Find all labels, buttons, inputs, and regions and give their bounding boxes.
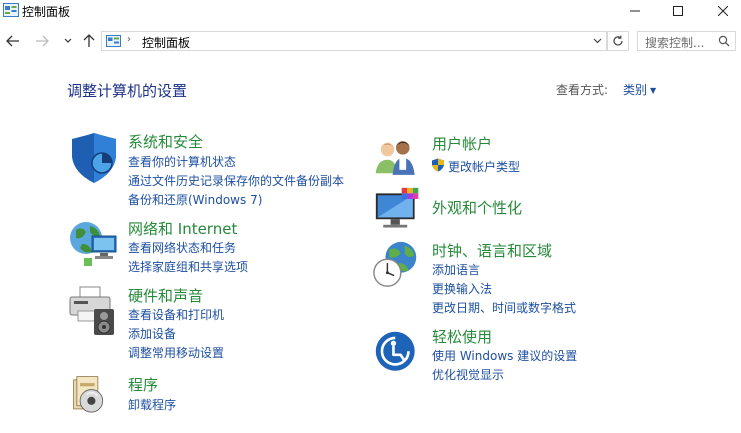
window-title: 控制面板 <box>22 5 71 19</box>
up-arrow-icon <box>83 34 95 47</box>
chevron-right-icon: › <box>127 34 131 45</box>
programs-icon[interactable] <box>72 374 114 418</box>
close-icon <box>717 5 729 17</box>
refresh-button[interactable] <box>607 31 629 51</box>
back-button[interactable] <box>4 32 22 50</box>
recent-locations-button[interactable] <box>59 32 77 50</box>
forward-arrow-icon <box>36 35 49 47</box>
link-uninstall-program[interactable]: 卸载程序 <box>128 396 176 413</box>
printer-speaker-icon[interactable] <box>68 285 120 337</box>
search-box[interactable]: 搜索控制... <box>637 31 736 51</box>
link-add-language[interactable]: 添加语言 <box>432 261 480 278</box>
maximize-icon <box>673 6 683 16</box>
close-button[interactable] <box>700 0 741 22</box>
clock-globe-icon[interactable] <box>372 240 422 290</box>
uac-shield-icon <box>432 158 444 172</box>
view-by-dropdown[interactable]: 类别 ▼ <box>623 81 656 98</box>
link-backup-restore[interactable]: 备份和还原(Windows 7) <box>128 191 262 208</box>
monitor-palette-icon[interactable] <box>374 186 422 234</box>
caret-down-icon: ▼ <box>650 86 657 95</box>
breadcrumb[interactable]: 控制面板 <box>142 34 190 51</box>
category-title-network-internet[interactable]: 网络和 Internet <box>128 218 237 239</box>
link-view-network-status[interactable]: 查看网络状态和任务 <box>128 239 236 256</box>
chevron-down-icon <box>64 38 72 43</box>
link-view-computer-status[interactable]: 查看你的计算机状态 <box>128 153 236 170</box>
control-panel-icon <box>3 3 19 17</box>
view-by-value[interactable]: 类别 <box>623 83 647 97</box>
search-icon[interactable] <box>718 35 730 47</box>
category-title-user-accounts[interactable]: 用户帐户 <box>432 133 492 154</box>
link-optimize-visual-display[interactable]: 优化视觉显示 <box>432 366 504 383</box>
network-globe-icon[interactable] <box>68 218 120 270</box>
maximize-button[interactable] <box>655 0 701 22</box>
link-change-input-method[interactable]: 更换输入法 <box>432 280 492 297</box>
shield-icon[interactable] <box>68 133 120 185</box>
users-icon[interactable] <box>372 136 420 180</box>
link-devices-printers[interactable]: 查看设备和打印机 <box>128 306 224 323</box>
address-dropdown-button[interactable] <box>593 34 602 48</box>
link-add-device[interactable]: 添加设备 <box>128 325 176 342</box>
link-change-date-time-format[interactable]: 更改日期、时间或数字格式 <box>432 299 576 316</box>
minimize-icon <box>630 10 640 12</box>
search-input[interactable]: 搜索控制... <box>645 34 704 51</box>
link-file-history-backup[interactable]: 通过文件历史记录保存你的文件备份副本 <box>128 172 344 189</box>
link-homegroup-sharing[interactable]: 选择家庭组和共享选项 <box>128 258 248 275</box>
link-mobility-settings[interactable]: 调整常用移动设置 <box>128 344 224 361</box>
category-title-system-security[interactable]: 系统和安全 <box>128 131 203 152</box>
category-title-clock-language-region[interactable]: 时钟、语言和区域 <box>432 240 552 261</box>
up-button[interactable] <box>80 32 98 50</box>
back-arrow-icon <box>6 35 19 47</box>
navigation-bar: › 控制面板 搜索控制... <box>0 28 741 56</box>
category-title-ease-of-access[interactable]: 轻松使用 <box>432 326 492 347</box>
title-bar: 控制面板 <box>0 0 741 22</box>
chevron-down-icon <box>593 38 602 44</box>
forward-button[interactable] <box>33 32 51 50</box>
link-change-account-type[interactable]: 更改帐户类型 <box>448 158 520 175</box>
refresh-icon <box>613 35 623 46</box>
control-panel-icon <box>106 35 121 47</box>
address-bar[interactable]: › 控制面板 <box>101 31 607 51</box>
category-title-appearance[interactable]: 外观和个性化 <box>432 197 522 218</box>
minimize-button[interactable] <box>612 0 658 22</box>
view-by-label: 查看方式: <box>556 83 609 97</box>
link-windows-recommended-settings[interactable]: 使用 Windows 建议的设置 <box>432 347 577 364</box>
category-title-programs[interactable]: 程序 <box>128 374 158 395</box>
category-title-hardware-sound[interactable]: 硬件和声音 <box>128 285 203 306</box>
ease-of-access-icon[interactable] <box>374 330 420 376</box>
page-title: 调整计算机的设置 <box>67 82 188 100</box>
